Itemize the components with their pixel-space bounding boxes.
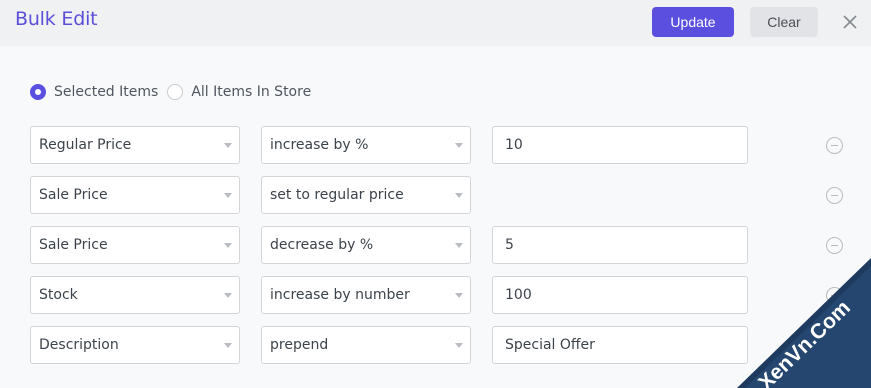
- update-button[interactable]: Update: [652, 7, 734, 37]
- edit-rule-row: Description prepend Special Offer: [0, 326, 871, 364]
- close-icon[interactable]: [838, 10, 862, 34]
- value-input[interactable]: Special Offer: [492, 326, 748, 364]
- value-input-text: 100: [505, 287, 532, 303]
- field-select-value: Description: [39, 337, 119, 353]
- field-select-value: Regular Price: [39, 137, 132, 153]
- operation-select[interactable]: decrease by %: [261, 226, 471, 264]
- remove-row-icon[interactable]: [826, 337, 843, 354]
- remove-row-icon[interactable]: [826, 137, 843, 154]
- value-input-text: Special Offer: [505, 337, 595, 353]
- value-input[interactable]: 10: [492, 126, 748, 164]
- radio-button[interactable]: [167, 84, 184, 100]
- edit-rule-row: Stock increase by number 100: [0, 276, 871, 314]
- field-select[interactable]: Sale Price: [30, 176, 240, 214]
- field-select-value: Sale Price: [39, 187, 108, 203]
- operation-select[interactable]: set to regular price: [261, 176, 471, 214]
- remove-row-icon[interactable]: [826, 287, 843, 304]
- edit-rule-row: Sale Price decrease by % 5: [0, 226, 871, 264]
- clear-button[interactable]: Clear: [750, 7, 818, 37]
- chevron-down-icon: [224, 243, 232, 248]
- radio-button[interactable]: [30, 84, 46, 100]
- modal-title: Bulk Edit: [15, 8, 98, 30]
- field-select[interactable]: Description: [30, 326, 240, 364]
- edit-rule-row: Sale Price set to regular price: [0, 176, 871, 214]
- chevron-down-icon: [224, 143, 232, 148]
- field-select-value: Stock: [39, 287, 78, 303]
- value-input[interactable]: 100: [492, 276, 748, 314]
- operation-select-value: decrease by %: [270, 237, 374, 253]
- operation-select-value: increase by %: [270, 137, 369, 153]
- chevron-down-icon: [224, 193, 232, 198]
- radio-all-items[interactable]: All Items In Store: [167, 84, 311, 100]
- chevron-down-icon: [455, 193, 463, 198]
- field-select[interactable]: Stock: [30, 276, 240, 314]
- chevron-down-icon: [224, 293, 232, 298]
- edit-rule-row: Regular Price increase by % 10: [0, 126, 871, 164]
- operation-select-value: increase by number: [270, 287, 410, 303]
- chevron-down-icon: [455, 343, 463, 348]
- field-select[interactable]: Regular Price: [30, 126, 240, 164]
- operation-select[interactable]: increase by %: [261, 126, 471, 164]
- operation-select[interactable]: prepend: [261, 326, 471, 364]
- scope-radio-group: Selected Items All Items In Store: [30, 82, 320, 102]
- remove-row-icon[interactable]: [826, 187, 843, 204]
- value-input[interactable]: 5: [492, 226, 748, 264]
- value-input-text: 5: [505, 237, 514, 253]
- radio-label: All Items In Store: [191, 84, 312, 100]
- chevron-down-icon: [224, 343, 232, 348]
- modal-header: Bulk Edit Update Clear: [0, 0, 871, 46]
- chevron-down-icon: [455, 293, 463, 298]
- remove-row-icon[interactable]: [826, 237, 843, 254]
- field-select-value: Sale Price: [39, 237, 108, 253]
- bulk-edit-modal: Bulk Edit Update Clear Selected Items Al…: [0, 0, 871, 388]
- operation-select-value: set to regular price: [270, 187, 404, 203]
- radio-label: Selected Items: [54, 84, 159, 100]
- field-select[interactable]: Sale Price: [30, 226, 240, 264]
- operation-select[interactable]: increase by number: [261, 276, 471, 314]
- chevron-down-icon: [455, 243, 463, 248]
- chevron-down-icon: [455, 143, 463, 148]
- operation-select-value: prepend: [270, 337, 329, 353]
- radio-selected-items[interactable]: Selected Items: [30, 84, 158, 100]
- value-input-text: 10: [505, 137, 523, 153]
